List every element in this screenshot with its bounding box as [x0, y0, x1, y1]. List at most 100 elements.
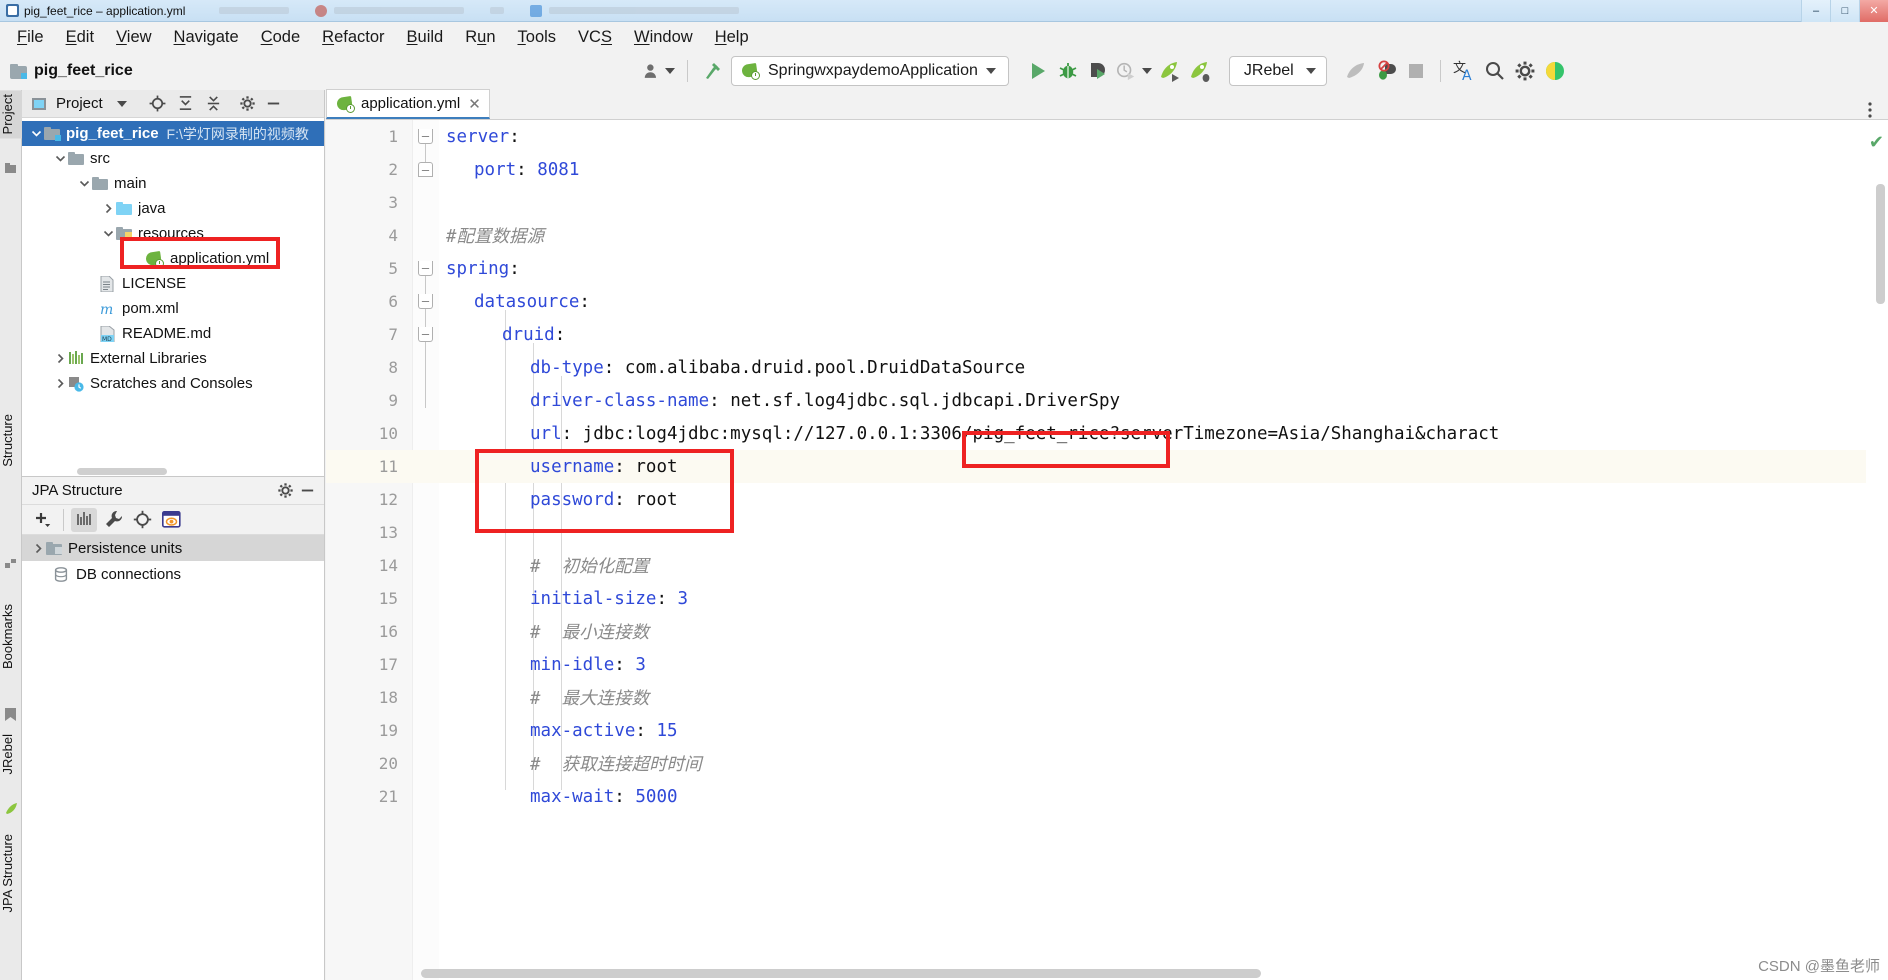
- jrebel-selector[interactable]: JRebel: [1228, 56, 1327, 86]
- tree-item-pom-xml[interactable]: m pom.xml: [22, 296, 324, 321]
- tree-item-main[interactable]: main: [22, 171, 324, 196]
- expand-all-icon[interactable]: [175, 93, 197, 115]
- editor-vscrollbar[interactable]: [1876, 184, 1885, 304]
- minimize-button[interactable]: –: [1801, 0, 1830, 22]
- chevron-down-icon[interactable]: [52, 153, 68, 164]
- chevron-down-icon[interactable]: [111, 93, 133, 115]
- jrebel-run-icon[interactable]: [1155, 56, 1185, 86]
- chevron-right-icon[interactable]: [52, 353, 68, 364]
- tree-item-scratches-and-consoles[interactable]: Scratches and Consoles: [22, 371, 324, 396]
- fold-handle[interactable]: –: [418, 327, 433, 342]
- chevron-right-icon[interactable]: [100, 203, 116, 214]
- editor-tab-application-yml[interactable]: application.yml ✕: [326, 89, 490, 119]
- maximize-button[interactable]: □: [1830, 0, 1859, 22]
- user-avatar-icon[interactable]: [640, 56, 678, 86]
- tree-item-java[interactable]: java: [22, 196, 324, 221]
- sidebar-item-jrebel[interactable]: JRebel: [0, 730, 22, 778]
- module-folder-icon: [44, 127, 61, 141]
- sidebar-item-bookmarks[interactable]: Bookmarks: [0, 600, 22, 673]
- menu-vcs[interactable]: VCS: [567, 26, 623, 49]
- add-icon[interactable]: [30, 508, 56, 532]
- tree-item-label: LICENSE: [122, 275, 187, 292]
- fold-handle[interactable]: –: [418, 261, 433, 276]
- menu-edit[interactable]: Edit: [55, 26, 105, 49]
- editor-hscrollbar[interactable]: [421, 969, 1261, 978]
- menu-refactor[interactable]: Refactor: [311, 26, 395, 49]
- line-number: 4: [388, 226, 398, 245]
- tree-item-src[interactable]: src: [22, 146, 324, 171]
- menu-run[interactable]: Run: [454, 26, 506, 49]
- run-configuration-selector[interactable]: SpringwxpaydemoApplication: [731, 56, 1009, 86]
- tree-item-license[interactable]: LICENSE: [22, 271, 324, 296]
- hide-icon[interactable]: [263, 93, 285, 115]
- gear-icon[interactable]: [1510, 56, 1540, 86]
- tree-item-resources[interactable]: resources: [22, 221, 324, 246]
- stop-icon[interactable]: [1401, 56, 1431, 86]
- debug-icon[interactable]: [1053, 56, 1083, 86]
- fold-handle[interactable]: –: [418, 294, 433, 309]
- translate-icon[interactable]: 文A: [1450, 56, 1480, 86]
- chevron-right-icon[interactable]: [30, 543, 46, 554]
- profiler-icon[interactable]: [1113, 56, 1155, 86]
- hammer-build-icon[interactable]: [697, 56, 727, 86]
- menu-code[interactable]: Code: [250, 26, 311, 49]
- chart-icon[interactable]: [71, 507, 97, 532]
- search-icon[interactable]: [1480, 56, 1510, 86]
- jpa-item-persistence-units[interactable]: Persistence units: [22, 535, 324, 561]
- rocket-icon[interactable]: [1341, 56, 1371, 86]
- tree-item-project-root[interactable]: pig_feet_rice F:\学灯网录制的视频教: [22, 121, 324, 146]
- avatar-icon[interactable]: [1540, 56, 1570, 86]
- intellij-idea-icon: [6, 4, 19, 17]
- menu-build[interactable]: Build: [396, 26, 455, 49]
- fold-handle[interactable]: –: [418, 129, 433, 144]
- close-button[interactable]: ✕: [1859, 0, 1888, 22]
- menu-view[interactable]: View: [105, 26, 162, 49]
- code-text: max-wait: 5000: [530, 786, 678, 807]
- chevron-down-icon[interactable]: [100, 228, 116, 239]
- run-with-coverage-icon[interactable]: [1083, 56, 1113, 86]
- locate-icon[interactable]: [147, 93, 169, 115]
- run-icon[interactable]: [1023, 56, 1053, 86]
- maven-icon: m: [100, 301, 116, 318]
- jpa-tree: Persistence units DB connections: [22, 535, 324, 587]
- collapse-all-icon[interactable]: [203, 93, 225, 115]
- editor-tab-bar: application.yml ✕: [326, 89, 1888, 120]
- menu-window[interactable]: Window: [623, 26, 704, 49]
- menu-help[interactable]: Help: [704, 26, 760, 49]
- menu-navigate[interactable]: Navigate: [163, 26, 250, 49]
- hide-icon[interactable]: [296, 480, 318, 502]
- close-icon[interactable]: ✕: [468, 95, 481, 113]
- chevron-right-icon[interactable]: [52, 378, 68, 389]
- sidebar-item-project[interactable]: Project: [0, 90, 22, 139]
- preview-icon[interactable]: [158, 508, 184, 532]
- chevron-down-icon[interactable]: [76, 178, 92, 189]
- gear-icon[interactable]: [237, 93, 259, 115]
- tree-item-label: resources: [138, 225, 204, 242]
- fold-handle[interactable]: –: [418, 162, 433, 177]
- jpa-item-db-connections[interactable]: DB connections: [22, 561, 324, 587]
- code-line: 17 min-idle: 3: [326, 648, 1888, 681]
- chevron-down-icon[interactable]: [28, 128, 44, 139]
- tree-item-application-yml[interactable]: application.yml: [22, 246, 324, 271]
- menu-tools[interactable]: Tools: [507, 26, 568, 49]
- jrebel-debug-icon[interactable]: [1185, 56, 1215, 86]
- menu-file[interactable]: File: [6, 26, 55, 49]
- code-editor[interactable]: 1– server: 2– port: 8081 3 4 #配置数据源 5– sprin…: [326, 120, 1888, 980]
- tree-item-label: src: [90, 150, 110, 167]
- locate-icon[interactable]: [129, 508, 155, 532]
- editor-options-icon[interactable]: [1852, 101, 1888, 119]
- wrench-icon[interactable]: [100, 508, 126, 532]
- tree-item-external-libraries[interactable]: External Libraries: [22, 346, 324, 371]
- project-tree: pig_feet_rice F:\学灯网录制的视频教 src main java: [22, 118, 324, 396]
- jpa-panel-title: JPA Structure: [32, 482, 123, 499]
- tree-item-readme-md[interactable]: MD README.md: [22, 321, 324, 346]
- inspection-gutter[interactable]: ✔: [1866, 120, 1888, 980]
- navigation-bar[interactable]: pig_feet_rice: [0, 62, 640, 80]
- gear-icon[interactable]: [274, 480, 296, 502]
- stop-debug-icon[interactable]: [1371, 56, 1401, 86]
- sidebar-item-structure[interactable]: Structure: [0, 410, 22, 471]
- sidebar-item-jpa-structure[interactable]: JPA Structure: [0, 830, 22, 917]
- project-panel-hscrollbar[interactable]: [22, 467, 324, 476]
- code-line: 20 # 获取连接超时时间: [326, 747, 1888, 780]
- folder-icon: [68, 152, 84, 165]
